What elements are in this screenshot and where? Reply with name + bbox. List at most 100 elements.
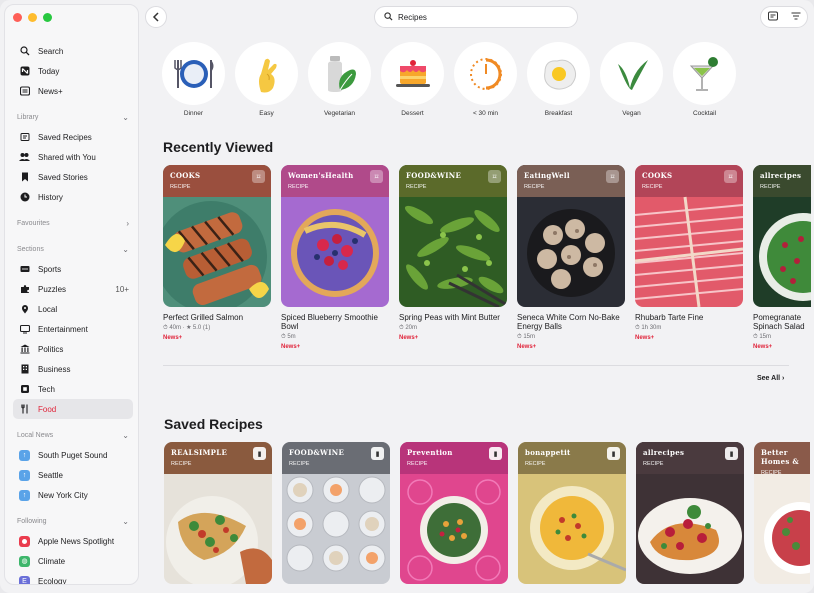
recipe-image: FOOD&WINE RECIPE ⌑ [399,165,507,307]
recipe-meta: ⏱ 15m [753,334,772,340]
recipe-card[interactable]: Prevention RECIPE ▮ [400,442,508,584]
filter-lines-icon [791,12,800,20]
cake-icon [381,42,444,105]
recipe-card[interactable]: COOKS RECIPE ⌑ Rhubarb Tarte Fine ⏱ 1h 3… [635,165,743,350]
category-cocktail[interactable]: Cocktail [673,42,736,117]
bookmark-filled-button[interactable]: ▮ [371,447,384,460]
section-header-sections[interactable]: Sections ⌄ [13,239,133,259]
sidebar-item-label: New York City [38,490,88,500]
category-dessert[interactable]: Dessert [381,42,444,117]
bookmark-filled-button[interactable]: ▮ [253,447,266,460]
recipe-card[interactable]: FOOD&WINE RECIPE ▮ [282,442,390,584]
category-label: Easy [259,110,274,117]
window-controls [13,13,52,22]
card-kind-label: RECIPE [525,461,546,467]
category-vegetarian[interactable]: Vegetarian [308,42,371,117]
sidebar-item-business[interactable]: Business [13,359,133,379]
sidebar-item-south-puget-sound[interactable]: ↑ South Puget Sound [13,445,133,465]
category-under-30[interactable]: < 30 min [454,42,517,117]
recipe-book-icon [19,132,30,143]
category-easy[interactable]: Easy [235,42,298,117]
category-dinner[interactable]: Dinner [162,42,225,117]
minimize-window-button[interactable] [28,13,37,22]
close-window-button[interactable] [13,13,22,22]
bookmark-button[interactable]: ⌑ [488,170,501,183]
sidebar-item-search[interactable]: Search [13,41,133,61]
recipe-card[interactable]: bonappetit RECIPE ▮ [518,442,626,584]
category-breakfast[interactable]: Breakfast [527,42,590,117]
bookmark-filled-icon: ▮ [729,450,734,458]
recipe-title: Spiced Blueberry Smoothie Bowl [281,313,378,331]
category-row: Dinner Easy Vegetarian Dessert < 30 min [162,42,736,117]
sidebar-item-sports[interactable]: Sports [13,259,133,279]
tv-icon [19,324,30,335]
sidebar-item-today[interactable]: Today [13,61,133,81]
news-plus-badge: News+ [281,344,301,350]
sidebar-item-saved-stories[interactable]: Saved Stories [13,167,133,187]
category-vegan[interactable]: Vegan [600,42,663,117]
sidebar-item-saved-recipes[interactable]: Saved Recipes [13,127,133,147]
sidebar-item-tech[interactable]: Tech [13,379,133,399]
recipe-view-button[interactable] [767,11,778,23]
recipe-card[interactable]: COOKS RECIPE ⌑ Perfect Grilled Salmon ⏱ … [163,165,271,350]
section-header-following[interactable]: Following ⌄ [13,511,133,531]
see-all-link[interactable]: See All › [757,375,784,382]
sidebar-item-news-plus[interactable]: News+ [13,81,133,101]
sidebar-item-ecology[interactable]: E Ecology [13,571,133,584]
section-header-local-news[interactable]: Local News ⌄ [13,425,133,445]
timer-icon [454,42,517,105]
recipe-card[interactable]: allrecipes RECIPE ▮ [636,442,744,584]
section-header-library[interactable]: Library ⌄ [13,107,133,127]
recipe-card[interactable]: Better Homes & RECIPE [754,442,810,584]
recipe-title: Perfect Grilled Salmon [163,313,244,322]
puzzle-icon [19,284,30,295]
capitol-icon [19,344,30,355]
recipe-card[interactable]: EatingWell RECIPE ⌑ Seneca White Corn No… [517,165,625,350]
sidebar-item-local[interactable]: Local [13,299,133,319]
sidebar-item-apple-news-spotlight[interactable]: Apple News Spotlight [13,531,133,551]
bookmark-filled-button[interactable]: ▮ [725,447,738,460]
sidebar-item-climate[interactable]: ◍ Climate [13,551,133,571]
card-kind-label: RECIPE [761,470,782,476]
sidebar-item-food[interactable]: Food [13,399,133,419]
zoom-window-button[interactable] [43,13,52,22]
bookmark-filled-button[interactable]: ▮ [607,447,620,460]
recipe-image: FOOD&WINE RECIPE ▮ [282,442,390,584]
card-kind-label: RECIPE [407,461,428,467]
card-header: allrecipes RECIPE [753,165,811,197]
recipe-card[interactable]: Women'sHealth RECIPE ⌑ Spiced Blueberry … [281,165,389,350]
bookmark-button[interactable]: ⌑ [724,170,737,183]
bookmark-button[interactable]: ⌑ [606,170,619,183]
sidebar-item-history[interactable]: History [13,187,133,207]
sidebar-item-shared-with-you[interactable]: Shared with You [13,147,133,167]
sidebar-item-puzzles[interactable]: Puzzles 10+ [13,279,133,299]
recipe-image: Women'sHealth RECIPE ⌑ [281,165,389,307]
sidebar-item-label: Search [38,46,64,56]
card-kind-label: RECIPE [642,184,663,190]
bookmark-filled-button[interactable]: ▮ [489,447,502,460]
recipe-card[interactable]: REALSIMPLE RECIPE ▮ [164,442,272,584]
app-window: Search Today News+ Library ⌄ Saved Recip… [0,0,814,593]
bookmark-button[interactable]: ⌑ [370,170,383,183]
recipe-meta: ⏱ 20m [399,325,418,331]
publisher-logo: bonappetit [525,448,571,457]
search-icon [384,11,393,23]
sidebar-item-seattle[interactable]: ↑ Seattle [13,465,133,485]
recipe-card-icon [767,11,778,21]
publisher-logo: allrecipes [760,171,802,180]
bookmark-icon [19,172,30,183]
back-button[interactable] [145,6,167,28]
sidebar-item-new-york-city[interactable]: ↑ New York City [13,485,133,505]
section-header-favourites[interactable]: Favourites › [13,213,133,233]
sidebar-item-entertainment[interactable]: Entertainment [13,319,133,339]
recipe-card[interactable]: allrecipes RECIPE Pomegranate Spinach Sa… [753,165,811,350]
bookmark-button[interactable]: ⌑ [252,170,265,183]
recipe-card[interactable]: FOOD&WINE RECIPE ⌑ Spring Peas with Mint… [399,165,507,350]
filter-button[interactable] [791,11,801,23]
recipe-title: Seneca White Corn No-Bake Energy Balls [517,313,620,331]
publisher-logo: Prevention [407,448,453,457]
section-divider [163,365,789,366]
sidebar-item-politics[interactable]: Politics [13,339,133,359]
bookmark-filled-icon: ▮ [493,450,498,458]
search-field[interactable]: Recipes [374,6,578,28]
